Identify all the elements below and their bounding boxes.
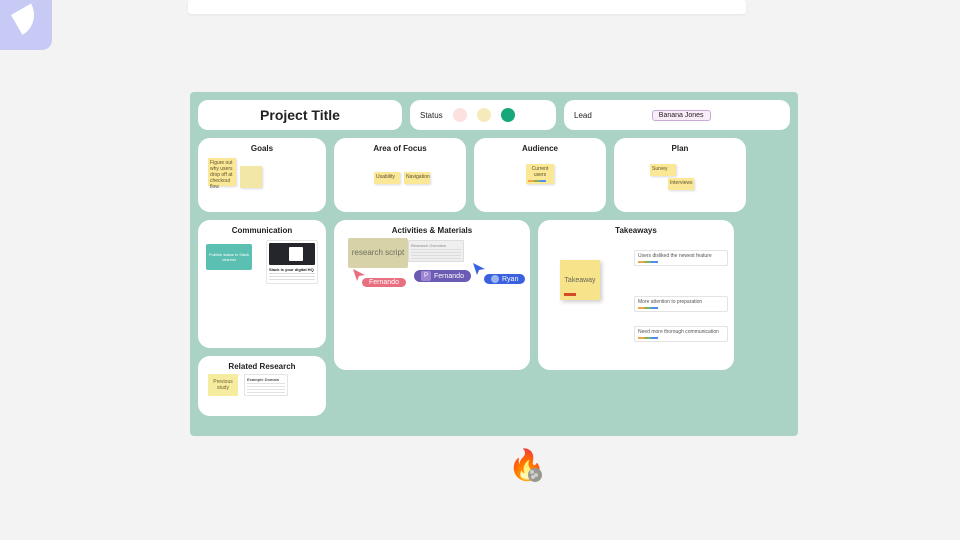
lead-card[interactable]: Lead Banana Jones: [564, 100, 790, 130]
related-research-card[interactable]: Related Research Previous study Example …: [198, 356, 326, 416]
activities-overview-lines: [411, 249, 461, 259]
plan-heading: Plan: [622, 144, 738, 153]
activities-heading: Activities & Materials: [342, 226, 522, 235]
research-doc-title: Example Domain: [247, 377, 285, 382]
takeaway-line-3[interactable]: Need more thorough communication: [634, 326, 728, 342]
activities-research-script[interactable]: research script: [348, 238, 408, 268]
takeaway-line-3-accent-icon: [638, 337, 658, 339]
collaborator-tag-blue[interactable]: Ryan: [484, 274, 525, 284]
goals-heading: Goals: [206, 144, 318, 153]
audience-heading: Audience: [482, 144, 598, 153]
top-toolbar-strip: [188, 0, 746, 14]
logo-arc: [0, 0, 42, 46]
header-row: Project Title Status Lead Banana Jones: [198, 100, 790, 130]
takeaway-line-1-accent-icon: [638, 261, 658, 263]
takeaway-line-1[interactable]: Users disliked the newest feature: [634, 250, 728, 266]
communication-card[interactable]: Communication Publish status in Slack ch…: [198, 220, 326, 348]
reaction-fire-badge[interactable]: 🔥: [508, 448, 545, 483]
research-doc-thumb[interactable]: Example Domain: [244, 374, 288, 396]
goals-card[interactable]: Goals Figure out why users drop off at c…: [198, 138, 326, 212]
collaborator-dot-icon: [491, 275, 499, 283]
focus-sticky-2[interactable]: Navigation: [404, 172, 430, 184]
project-board[interactable]: Project Title Status Lead Banana Jones G…: [190, 92, 798, 436]
goals-sticky-blank[interactable]: [240, 166, 262, 188]
takeaway-line-3-text: Need more thorough communication: [638, 329, 719, 335]
related-research-heading: Related Research: [206, 362, 318, 371]
communication-thumb-lines: [269, 273, 315, 281]
takeaway-line-2-accent-icon: [638, 307, 658, 309]
communication-heading: Communication: [206, 226, 318, 235]
activities-overview-title: Research Overview: [411, 243, 461, 248]
moon-avatar-icon: [528, 468, 542, 482]
communication-teal-sticky[interactable]: Publish status in Slack channel: [206, 244, 252, 270]
communication-thumb-caption: Slack is your digital HQ: [269, 267, 315, 272]
status-dot-yellow-icon[interactable]: [477, 108, 491, 122]
communication-thumb-image: [269, 243, 315, 265]
goals-sticky-1[interactable]: Figure out why users drop off at checkou…: [208, 158, 236, 186]
takeaway-line-2[interactable]: More attention to preparation: [634, 296, 728, 312]
takeaway-line-1-text: Users disliked the newest feature: [638, 253, 712, 259]
row-top: Goals Figure out why users drop off at c…: [198, 138, 790, 212]
status-card[interactable]: Status: [410, 100, 556, 130]
lead-label: Lead: [574, 111, 592, 120]
takeaways-big-sticky[interactable]: Takeaway: [560, 260, 600, 300]
project-title[interactable]: Project Title: [198, 100, 402, 130]
audience-card[interactable]: Audience Current users: [474, 138, 606, 212]
takeaways-sticky-accent-icon: [564, 293, 576, 296]
lead-name-tag[interactable]: Banana Jones: [652, 110, 711, 121]
takeaways-card[interactable]: Takeaways Takeaway Users disliked the ne…: [538, 220, 734, 370]
takeaway-line-2-text: More attention to preparation: [638, 299, 702, 305]
focus-heading: Area of Focus: [342, 144, 458, 153]
collaborator-name-purple: Fernando: [434, 273, 464, 280]
research-doc-lines: [247, 383, 285, 393]
app-logo-corner: [0, 0, 52, 50]
row-bottom: Communication Publish status in Slack ch…: [198, 220, 790, 416]
collaborator-tag-pink[interactable]: Fernando: [362, 278, 406, 287]
activities-overview-doc[interactable]: Research Overview: [408, 240, 464, 262]
communication-thumbnail[interactable]: Slack is your digital HQ: [266, 240, 318, 284]
collaborator-tag-purple[interactable]: PFernando: [414, 270, 471, 282]
collaborator-avatar-p: P: [421, 271, 431, 281]
audience-accent-icon: [528, 180, 546, 182]
plan-sticky-2[interactable]: Interviews: [668, 178, 694, 190]
left-column: Communication Publish status in Slack ch…: [198, 220, 326, 416]
activities-card[interactable]: Activities & Materials research script R…: [334, 220, 530, 370]
status-dot-green-icon[interactable]: [501, 108, 515, 122]
focus-sticky-1[interactable]: Usability: [374, 172, 400, 184]
status-dot-pink-icon[interactable]: [453, 108, 467, 122]
research-sticky[interactable]: Previous study: [208, 374, 238, 396]
focus-card[interactable]: Area of Focus Usability Navigation: [334, 138, 466, 212]
takeaways-heading: Takeaways: [546, 226, 726, 235]
takeaways-big-sticky-label: Takeaway: [564, 277, 595, 284]
plan-card[interactable]: Plan Survey Interviews: [614, 138, 746, 212]
status-label: Status: [420, 111, 443, 120]
collaborator-name-blue: Ryan: [502, 276, 518, 283]
plan-sticky-1[interactable]: Survey: [650, 164, 676, 176]
